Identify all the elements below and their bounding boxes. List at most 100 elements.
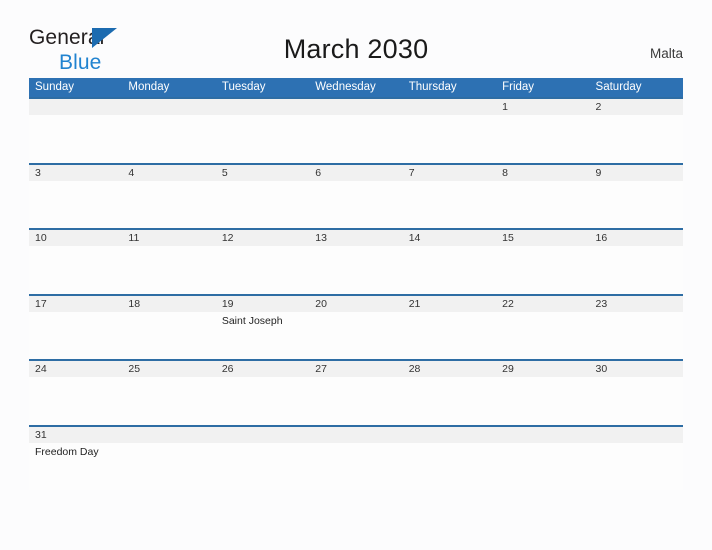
day-events[interactable] [496,377,589,424]
day-events[interactable] [590,181,683,228]
day-number[interactable]: 31 [29,427,122,443]
day-number[interactable]: 14 [403,230,496,246]
week-daynumber-band: 3 4 5 6 7 8 9 [29,164,683,181]
weekday-header-wednesday: Wednesday [315,81,376,93]
day-events[interactable] [590,443,683,490]
day-events[interactable] [403,377,496,424]
day-events[interactable] [496,115,589,162]
weekday-header-row: Sunday Monday Tuesday Wednesday Thursday… [29,78,683,97]
day-number[interactable]: 11 [122,230,215,246]
day-number[interactable]: 8 [496,165,589,181]
day-events[interactable] [403,443,496,490]
day-number[interactable]: 20 [309,296,402,312]
day-number[interactable]: 10 [29,230,122,246]
day-events[interactable] [216,443,309,490]
day-number[interactable]: 25 [122,361,215,377]
week-daynumber-band: 17 18 19 20 21 22 23 [29,295,683,312]
day-events[interactable] [590,312,683,359]
day-number[interactable]: 22 [496,296,589,312]
day-number[interactable] [122,99,215,115]
day-number[interactable] [496,427,589,443]
day-number[interactable]: 13 [309,230,402,246]
day-number[interactable]: 30 [590,361,683,377]
day-events[interactable] [29,312,122,359]
weekday-header-tuesday: Tuesday [221,81,266,93]
day-events[interactable] [122,443,215,490]
day-number[interactable]: 2 [590,99,683,115]
day-events[interactable] [216,377,309,424]
day-events[interactable] [309,115,402,162]
day-events[interactable] [309,312,402,359]
day-number[interactable] [309,427,402,443]
week-daynumber-band: 1 2 [29,99,683,115]
day-number[interactable]: 16 [590,230,683,246]
day-events[interactable] [496,443,589,490]
day-number[interactable]: 21 [403,296,496,312]
day-number[interactable]: 7 [403,165,496,181]
day-number[interactable] [122,427,215,443]
day-number[interactable]: 24 [29,361,122,377]
day-events[interactable] [122,115,215,162]
day-events[interactable] [309,246,402,293]
day-number[interactable]: 19 [216,296,309,312]
day-events[interactable] [29,115,122,162]
day-events[interactable] [216,246,309,293]
day-events[interactable] [590,115,683,162]
day-events[interactable] [216,115,309,162]
day-number[interactable]: 3 [29,165,122,181]
day-number[interactable] [403,99,496,115]
day-events[interactable] [309,443,402,490]
weekday-header-monday: Monday [128,81,170,93]
event-label: Freedom Day [35,445,99,458]
day-events[interactable] [122,246,215,293]
day-number[interactable] [403,427,496,443]
day-number[interactable]: 4 [122,165,215,181]
day-number[interactable]: 29 [496,361,589,377]
week-daynumber-band: 31 [29,426,683,443]
day-number[interactable]: 17 [29,296,122,312]
day-number[interactable]: 6 [309,165,402,181]
day-events[interactable] [403,181,496,228]
day-number[interactable] [29,99,122,115]
day-events[interactable] [309,377,402,424]
day-number[interactable]: 18 [122,296,215,312]
day-events[interactable] [122,181,215,228]
day-number[interactable] [216,99,309,115]
day-events[interactable] [216,181,309,228]
day-events[interactable] [496,181,589,228]
day-number[interactable]: 15 [496,230,589,246]
day-events[interactable]: Saint Joseph [216,312,309,359]
day-events[interactable] [403,312,496,359]
day-events[interactable] [122,377,215,424]
day-number[interactable]: 9 [590,165,683,181]
day-events[interactable] [29,246,122,293]
day-events[interactable] [590,377,683,424]
week-event-band [29,246,683,293]
day-events[interactable] [496,246,589,293]
calendar-week-row: 10 11 12 13 14 15 16 [29,228,683,294]
day-number[interactable] [216,427,309,443]
day-number[interactable] [309,99,402,115]
day-events[interactable] [496,312,589,359]
day-events[interactable] [309,181,402,228]
day-number[interactable]: 5 [216,165,309,181]
day-number[interactable]: 28 [403,361,496,377]
page-title: March 2030 [283,34,429,64]
day-events[interactable]: Freedom Day [29,443,122,490]
day-number[interactable]: 27 [309,361,402,377]
week-event-band: Saint Joseph [29,312,683,359]
day-events[interactable] [29,181,122,228]
day-events[interactable] [122,312,215,359]
day-events[interactable] [590,246,683,293]
day-number[interactable]: 12 [216,230,309,246]
day-number[interactable]: 23 [590,296,683,312]
week-event-band [29,377,683,424]
calendar-week-row: 31 Freedom Day [29,424,683,490]
day-events[interactable] [29,377,122,424]
day-number[interactable] [590,427,683,443]
calendar-week-row: 17 18 19 20 21 22 23 Saint Joseph [29,293,683,359]
day-events[interactable] [403,115,496,162]
day-number[interactable]: 26 [216,361,309,377]
day-events[interactable] [403,246,496,293]
day-number[interactable]: 1 [496,99,589,115]
